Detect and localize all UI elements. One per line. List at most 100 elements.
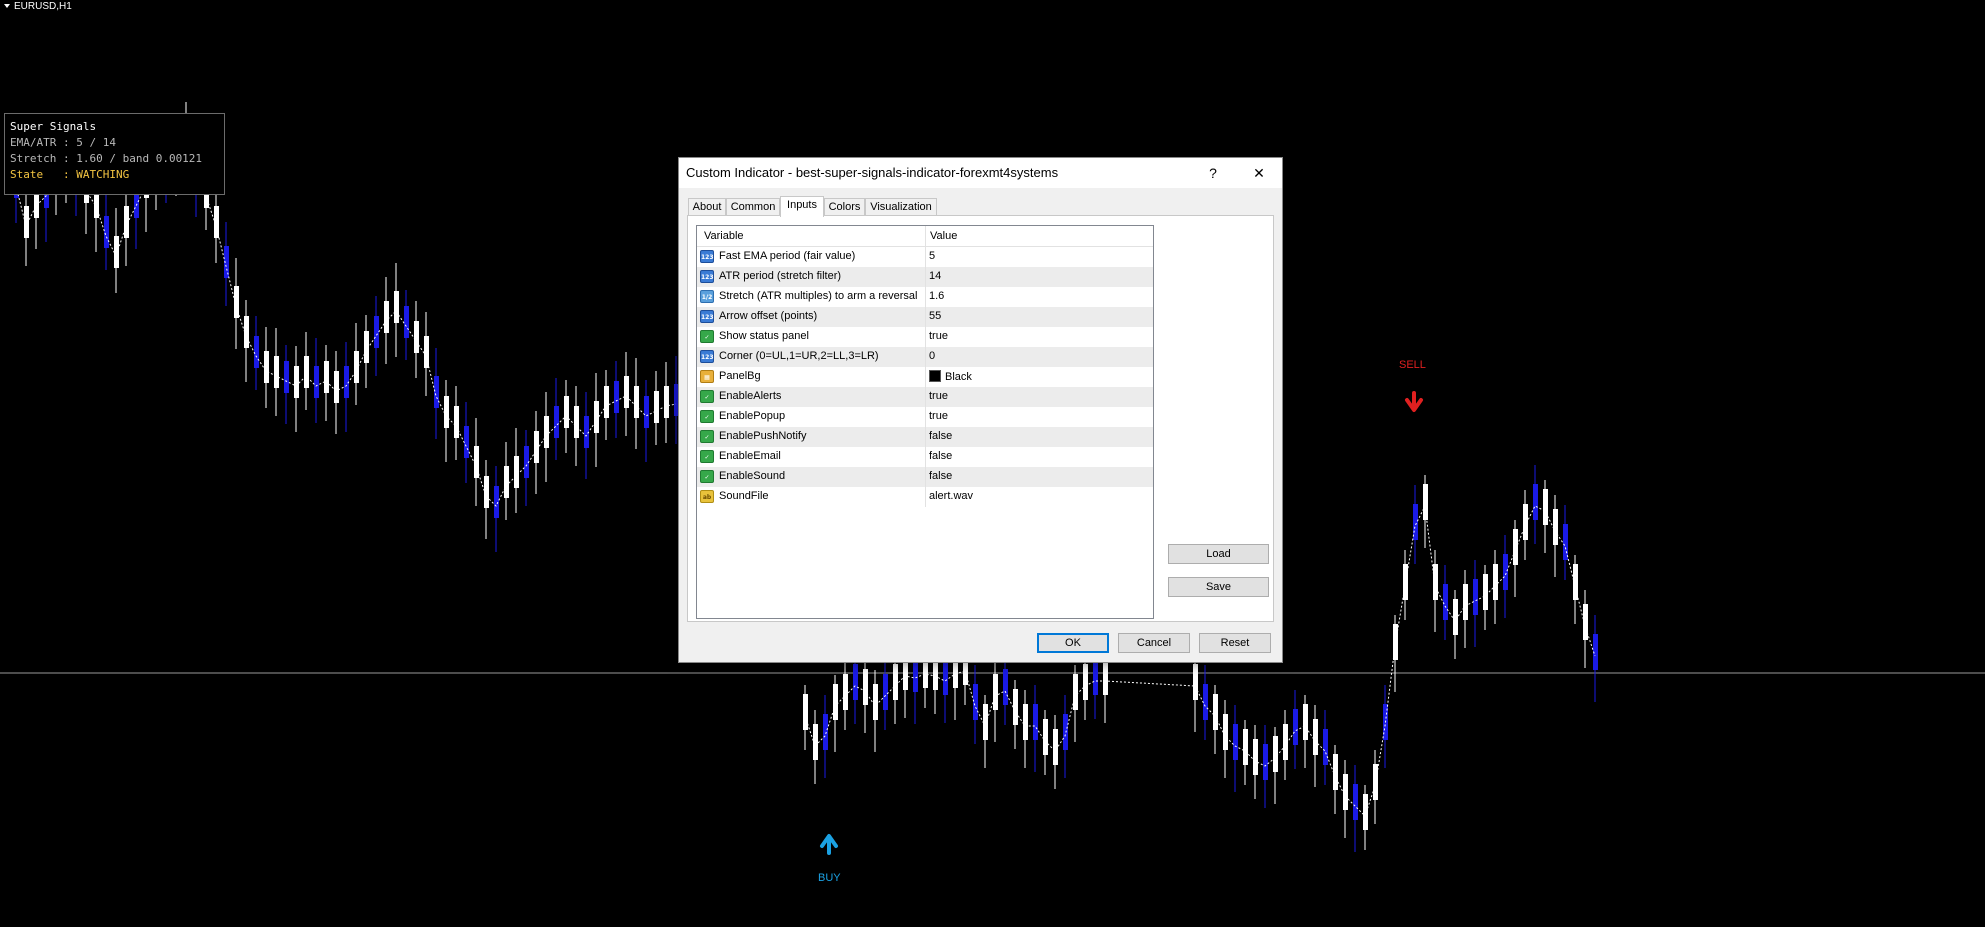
input-row[interactable]: ✓ EnablePushNotify false — [697, 427, 1153, 447]
input-row[interactable]: ab SoundFile alert.wav — [697, 487, 1153, 507]
cell-divider — [925, 407, 926, 427]
candle-body — [823, 714, 828, 750]
number-icon: 123 — [700, 350, 714, 363]
input-value[interactable]: 55 — [929, 310, 941, 322]
input-row[interactable]: 123 Fast EMA period (fair value) 5 — [697, 247, 1153, 267]
sell-signal-label: SELL — [1399, 359, 1426, 371]
input-row[interactable]: ✓ EnableEmail false — [697, 447, 1153, 467]
help-button[interactable]: ? — [1191, 158, 1235, 188]
close-button[interactable]: ✕ — [1237, 158, 1281, 188]
candle-body — [644, 396, 649, 428]
candle-body — [114, 236, 119, 268]
cell-divider — [925, 347, 926, 367]
candle-body — [1533, 484, 1538, 520]
input-value[interactable]: 1.6 — [929, 290, 944, 302]
tab-inputs[interactable]: Inputs — [780, 196, 824, 217]
candle-body — [1033, 704, 1038, 740]
input-row[interactable]: 123 Arrow offset (points) 55 — [697, 307, 1153, 327]
bool-icon: ✓ — [700, 470, 714, 483]
candle-body — [614, 381, 619, 413]
candle-body — [664, 386, 669, 418]
candle-body — [464, 426, 469, 458]
input-variable: EnableAlerts — [719, 390, 782, 402]
symbol-text: EURUSD,H1 — [14, 1, 72, 12]
input-value[interactable]: Black — [929, 370, 972, 383]
tab-about[interactable]: About — [688, 198, 726, 215]
number-icon: 123 — [700, 250, 714, 263]
reset-button[interactable]: Reset — [1199, 633, 1271, 653]
cell-divider — [925, 267, 926, 287]
column-header-value[interactable]: Value — [930, 230, 957, 242]
input-row[interactable]: ✓ EnableSound false — [697, 467, 1153, 487]
input-row[interactable]: ✓ Show status panel true — [697, 327, 1153, 347]
candle-body — [294, 366, 299, 398]
column-header-variable[interactable]: Variable — [704, 230, 744, 242]
input-value[interactable]: true — [929, 390, 948, 402]
candle-body — [1423, 484, 1428, 520]
input-value[interactable]: false — [929, 450, 952, 462]
input-row[interactable]: ✓ EnableAlerts true — [697, 387, 1153, 407]
cell-divider — [925, 327, 926, 347]
input-value[interactable]: 5 — [929, 250, 935, 262]
number-icon: 123 — [700, 270, 714, 283]
input-row[interactable]: ✓ EnablePopup true — [697, 407, 1153, 427]
input-value[interactable]: 14 — [929, 270, 941, 282]
load-button[interactable]: Load — [1168, 544, 1269, 564]
candle-body — [1313, 719, 1318, 755]
string-icon: ab — [700, 490, 714, 503]
input-row[interactable]: 123 Corner (0=UL,1=UR,2=LL,3=LR) 0 — [697, 347, 1153, 367]
candle-body — [1243, 729, 1248, 765]
candle-body — [444, 396, 449, 428]
candle-body — [1023, 704, 1028, 740]
tab-visualization[interactable]: Visualization — [865, 198, 937, 215]
save-button[interactable]: Save — [1168, 577, 1269, 597]
input-row[interactable]: ▦ PanelBg Black — [697, 367, 1153, 387]
tab-common[interactable]: Common — [726, 198, 780, 215]
input-value[interactable]: true — [929, 330, 948, 342]
input-variable: Corner (0=UL,1=UR,2=LL,3=LR) — [719, 350, 879, 362]
input-value[interactable]: 0 — [929, 350, 935, 362]
bool-icon: ✓ — [700, 410, 714, 423]
input-value[interactable]: false — [929, 470, 952, 482]
cell-divider — [925, 427, 926, 447]
candle-body — [1323, 729, 1328, 765]
candle-body — [983, 704, 988, 740]
input-value[interactable]: true — [929, 410, 948, 422]
symbol-label[interactable]: EURUSD,H1 — [4, 1, 72, 12]
candle-body — [454, 406, 459, 438]
candle-body — [813, 724, 818, 760]
candle-body — [404, 306, 409, 338]
candle-body — [314, 366, 319, 398]
dialog-titlebar[interactable]: Custom Indicator - best-super-signals-in… — [679, 158, 1282, 188]
input-value[interactable]: alert.wav — [929, 490, 973, 502]
input-variable: PanelBg — [719, 370, 761, 382]
input-variable: EnablePopup — [719, 410, 786, 422]
candle-body — [1293, 709, 1298, 745]
cell-divider — [925, 367, 926, 387]
input-variable: Show status panel — [719, 330, 809, 342]
ok-button[interactable]: OK — [1037, 633, 1109, 653]
candle-body — [833, 684, 838, 720]
candle-body — [1513, 529, 1518, 565]
candle-body — [1193, 664, 1198, 700]
candle-body — [853, 664, 858, 700]
candle-body — [1213, 694, 1218, 730]
inputs-tab-panel: Variable Value 123 Fast EMA period (fair … — [687, 215, 1274, 622]
column-divider[interactable] — [925, 226, 926, 246]
candle-body — [1263, 744, 1268, 780]
candle-body — [1253, 739, 1258, 775]
candle-body — [284, 361, 289, 393]
tab-colors[interactable]: Colors — [824, 198, 865, 215]
status-ema-atr: EMA/ATR : 5 / 14 — [10, 136, 116, 149]
candle-body — [434, 376, 439, 408]
input-variable: EnablePushNotify — [719, 430, 807, 442]
cancel-button[interactable]: Cancel — [1118, 633, 1190, 653]
input-row[interactable]: 1/2 Stretch (ATR multiples) to arm a reve… — [697, 287, 1153, 307]
candle-body — [1053, 729, 1058, 765]
candle-body — [1543, 489, 1548, 525]
input-variable: ATR period (stretch filter) — [719, 270, 842, 282]
candle-body — [504, 466, 509, 498]
input-value[interactable]: false — [929, 430, 952, 442]
candle-body — [1503, 554, 1508, 590]
input-row[interactable]: 123 ATR period (stretch filter) 14 — [697, 267, 1153, 287]
